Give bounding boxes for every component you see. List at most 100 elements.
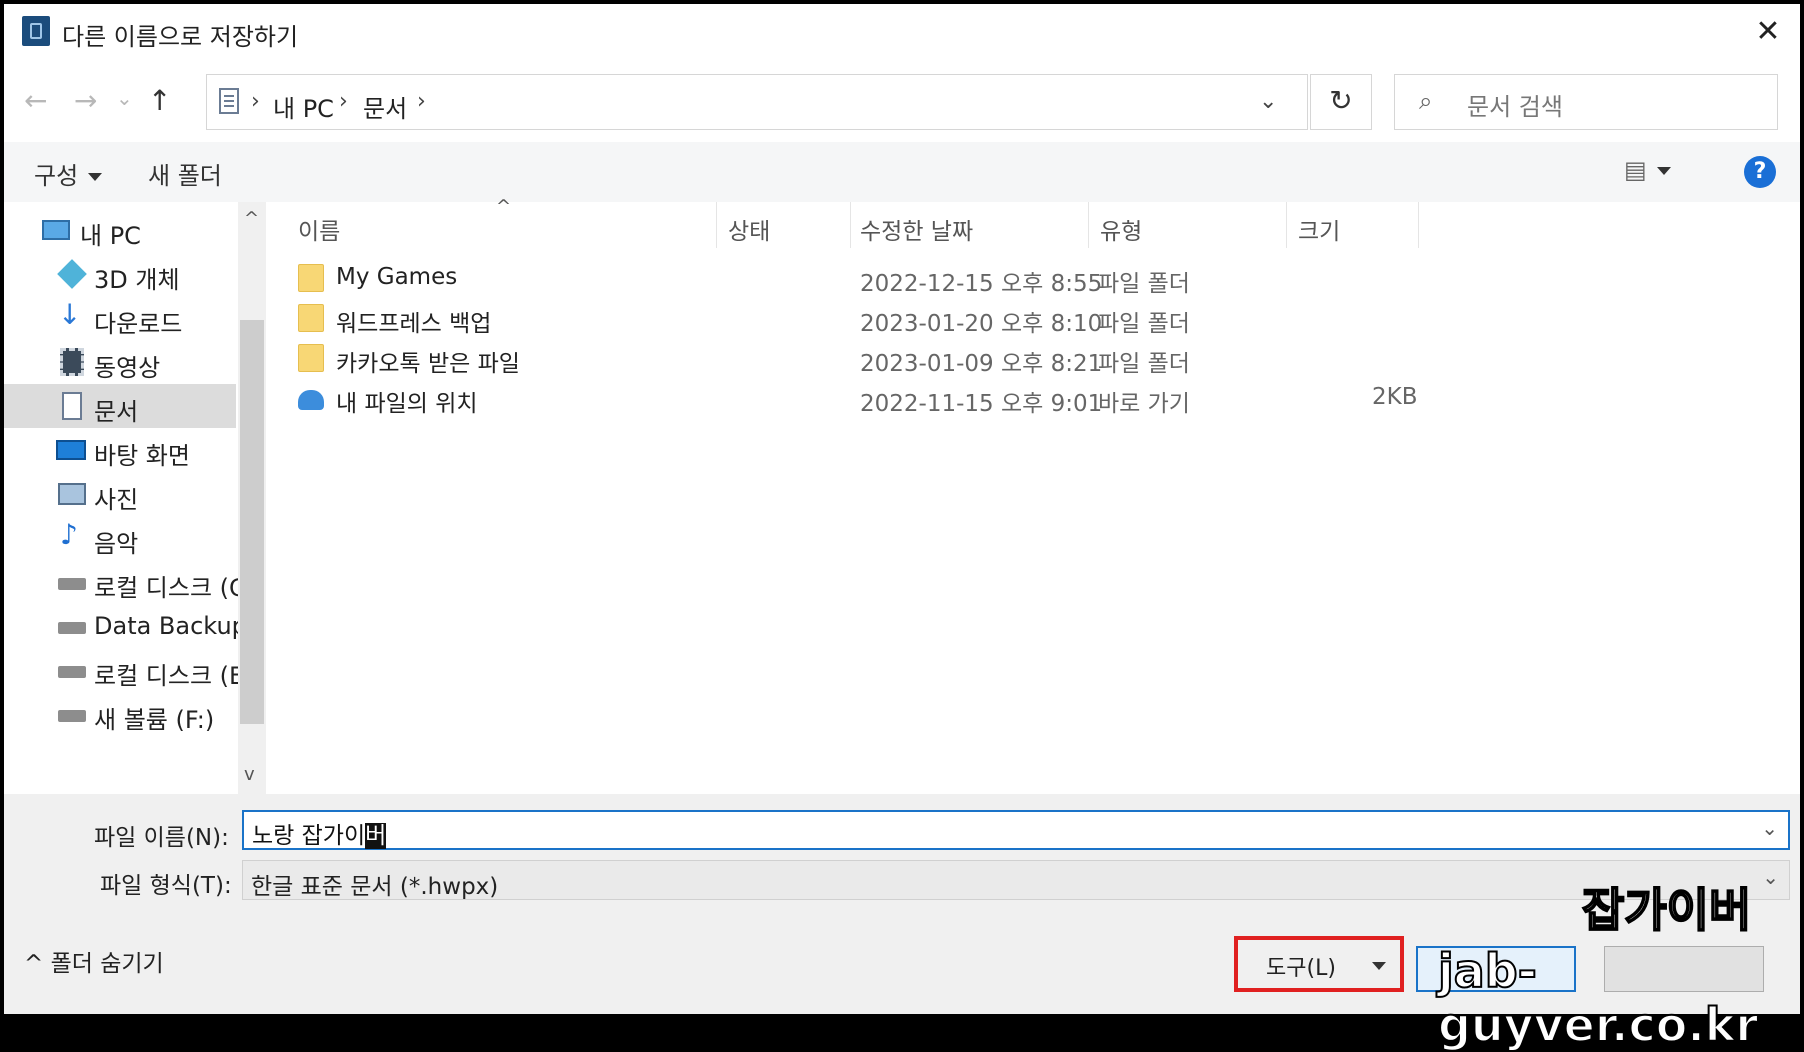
scroll-up-icon[interactable]: ^ xyxy=(244,208,259,229)
column-header-type[interactable]: 유형 xyxy=(1100,212,1142,246)
file-row[interactable]: My Games 2022-12-15 오후 8:55 파일 폴더 xyxy=(298,260,1758,298)
tools-label: 도구(L) xyxy=(1266,956,1336,981)
hide-folders-label: 폴더 숨기기 xyxy=(50,951,164,977)
file-name: My Games xyxy=(336,264,458,290)
sidebar-item-drive-e[interactable]: 로컬 디스크 (E:) xyxy=(4,648,262,692)
caret-down-icon xyxy=(1656,167,1671,175)
document-icon xyxy=(62,392,82,420)
file-row[interactable]: 내 파일의 위치 2022-11-15 오후 9:01 바로 가기 2KB xyxy=(298,380,1758,418)
sort-ascending-icon: ^ xyxy=(496,196,512,217)
file-name: 카카오톡 받은 파일 xyxy=(336,351,520,377)
refresh-icon[interactable]: ↻ xyxy=(1310,74,1372,130)
file-type: 바로 가기 xyxy=(1098,391,1190,417)
file-modified: 2023-01-20 오후 8:10 xyxy=(860,311,1103,337)
column-divider[interactable] xyxy=(1418,202,1419,248)
file-size: 2KB xyxy=(1372,384,1418,410)
forward-icon[interactable]: → xyxy=(74,84,97,117)
search-input[interactable]: ⌕ 문서 검색 xyxy=(1394,74,1778,130)
details-view-icon: ▤ xyxy=(1624,156,1647,184)
navigation-pane: 내 PC 3D 개체 ↓ 다운로드 동영상 문서 바탕 화면 사진 ♪ 음악 로… xyxy=(4,202,266,794)
sidebar-scrollbar[interactable]: ^ v xyxy=(238,202,266,794)
sidebar-item-label: 3D 개체 xyxy=(94,266,180,294)
sidebar-item-desktop[interactable]: 바탕 화면 xyxy=(4,428,236,472)
file-name: 내 파일의 위치 xyxy=(336,391,478,417)
text-cursor: 버 xyxy=(365,823,387,849)
sidebar-item-drive-d[interactable]: Data Backup (D xyxy=(4,604,266,648)
view-options-button[interactable]: ▤ xyxy=(1624,156,1671,184)
sidebar-item-videos[interactable]: 동영상 xyxy=(4,340,236,384)
column-header-status[interactable]: 상태 xyxy=(728,212,770,246)
navigation-bar: ← → ⌄ ↑ › 내 PC › 문서 › ⌄ ↻ ⌕ 문서 검색 xyxy=(4,66,1800,136)
music-icon: ♪ xyxy=(60,518,78,551)
hancom-app-icon xyxy=(22,16,50,46)
sidebar-item-label: 새 볼륨 (F:) xyxy=(94,706,215,734)
breadcrumb-separator[interactable]: › xyxy=(417,89,426,114)
column-header-size[interactable]: 크기 xyxy=(1298,212,1340,246)
tools-button[interactable]: 도구(L) xyxy=(1234,936,1404,992)
column-divider[interactable] xyxy=(1088,202,1089,248)
drive-icon xyxy=(58,578,86,590)
watermark-title: 잡가이버 xyxy=(1581,882,1752,938)
address-bar[interactable]: › 내 PC › 문서 › ⌄ xyxy=(206,74,1308,130)
title-bar: 다른 이름으로 저장하기 ✕ xyxy=(4,4,1800,58)
scroll-down-icon[interactable]: v xyxy=(244,764,255,785)
sidebar-item-drive-c[interactable]: 로컬 디스크 (C:) xyxy=(4,560,263,604)
filetype-select[interactable]: 한글 표준 문서 (*.hwpx) ⌄ xyxy=(242,860,1790,900)
cube-icon xyxy=(57,259,87,289)
chevron-down-icon[interactable]: ⌄ xyxy=(1259,89,1277,114)
up-folder-icon[interactable]: ↑ xyxy=(148,84,171,117)
breadcrumb-separator[interactable]: › xyxy=(339,89,348,114)
column-divider[interactable] xyxy=(716,202,717,248)
file-row[interactable]: 카카오톡 받은 파일 2023-01-09 오후 8:21 파일 폴더 xyxy=(298,340,1758,378)
organize-button[interactable]: 구성 xyxy=(34,156,103,191)
sidebar-item-drive-f[interactable]: 새 볼륨 (F:) xyxy=(4,692,236,736)
file-row[interactable]: 워드프레스 백업 2023-01-20 오후 8:10 파일 폴더 xyxy=(298,300,1758,338)
filetype-label: 파일 형식(T): xyxy=(100,873,232,899)
sidebar-item-label: 동영상 xyxy=(94,354,161,382)
cloud-shortcut-icon xyxy=(298,390,324,410)
help-icon[interactable]: ? xyxy=(1744,156,1776,188)
file-type: 파일 폴더 xyxy=(1098,351,1190,377)
chevron-down-icon[interactable]: ⌄ xyxy=(1761,816,1778,840)
breadcrumb-item-documents[interactable]: 문서 xyxy=(363,89,407,124)
close-icon[interactable]: ✕ xyxy=(1748,12,1788,52)
drive-icon xyxy=(58,710,86,722)
file-modified: 2022-11-15 오후 9:01 xyxy=(860,391,1103,417)
sidebar-item-label: 음악 xyxy=(94,530,139,558)
breadcrumb-separator[interactable]: › xyxy=(251,89,260,114)
sidebar-item-label: 사진 xyxy=(94,486,139,514)
filename-label: 파일 이름(N): xyxy=(94,825,229,851)
back-icon[interactable]: ← xyxy=(24,84,47,117)
sidebar-item-documents[interactable]: 문서 xyxy=(4,384,236,428)
column-divider[interactable] xyxy=(850,202,851,248)
filename-text: 노랑 잡가이 xyxy=(252,823,366,849)
new-folder-button[interactable]: 새 폴더 xyxy=(148,156,222,191)
search-icon: ⌕ xyxy=(1419,87,1433,115)
scrollbar-thumb[interactable] xyxy=(240,320,264,724)
sidebar-item-pictures[interactable]: 사진 xyxy=(4,472,236,516)
chevron-down-icon[interactable]: ⌄ xyxy=(1762,865,1779,889)
video-icon xyxy=(60,348,84,376)
sidebar-item-music[interactable]: ♪ 음악 xyxy=(4,516,236,560)
filename-field[interactable]: 노랑 잡가이버 ⌄ xyxy=(242,810,1790,850)
column-header-name[interactable]: 이름 xyxy=(298,212,340,246)
sidebar-item-label: 내 PC xyxy=(80,222,141,250)
organize-label: 구성 xyxy=(34,162,79,190)
column-header-modified[interactable]: 수정한 날짜 xyxy=(860,212,973,246)
recent-locations-icon[interactable]: ⌄ xyxy=(116,86,133,110)
sidebar-item-this-pc[interactable]: 내 PC xyxy=(4,208,236,252)
breadcrumb-item-pc[interactable]: 내 PC xyxy=(273,89,334,124)
hide-folders-button[interactable]: ^ 폴더 숨기기 xyxy=(24,944,164,978)
command-bar: 구성 새 폴더 ▤ ? xyxy=(4,142,1800,202)
column-divider[interactable] xyxy=(1286,202,1287,248)
file-modified: 2022-12-15 오후 8:55 xyxy=(860,271,1103,297)
sidebar-item-3d-objects[interactable]: 3D 개체 xyxy=(4,252,236,296)
sidebar-item-label: 바탕 화면 xyxy=(94,442,190,470)
download-icon: ↓ xyxy=(58,298,82,331)
desktop-icon xyxy=(56,440,86,460)
file-modified: 2023-01-09 오후 8:21 xyxy=(860,351,1103,377)
folder-icon xyxy=(298,264,324,292)
pc-icon xyxy=(42,220,70,240)
sidebar-item-downloads[interactable]: ↓ 다운로드 xyxy=(4,296,236,340)
save-as-dialog: 다른 이름으로 저장하기 ✕ ← → ⌄ ↑ › 내 PC › 문서 › ⌄ ↻… xyxy=(4,4,1800,1014)
